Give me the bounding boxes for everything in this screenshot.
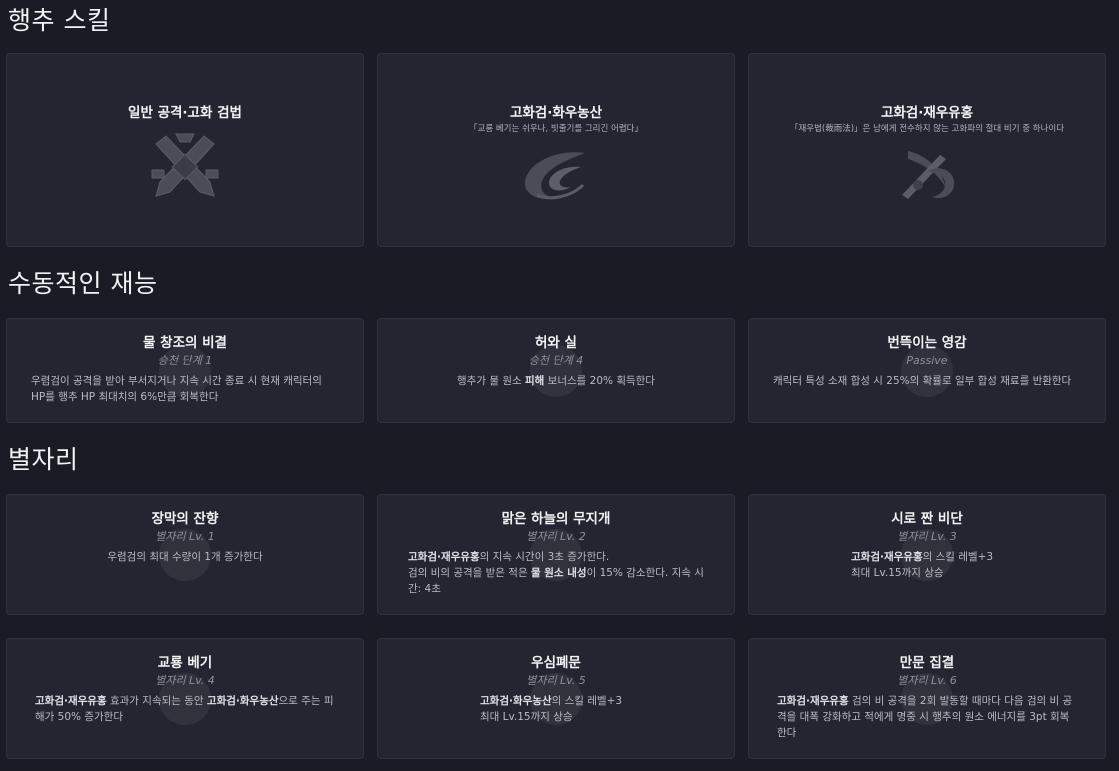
- skill-card-elemental-burst[interactable]: 고화검·재우유홍 「재우법(裁雨法)」은 남에게 전수하지 않는 고화파의 절대…: [748, 53, 1106, 247]
- constellation-level: 별자리 Lv. 3: [897, 530, 957, 543]
- crossed-swords-icon: [151, 133, 219, 197]
- constellation-card-6[interactable]: 만문 집결 별자리 Lv. 6 고화검·재우유홍 검의 비 공격을 2회 발동할…: [748, 638, 1106, 759]
- constellation-level: 별자리 Lv. 6: [897, 674, 957, 687]
- constellation-level: 별자리 Lv. 2: [526, 530, 586, 543]
- constellation-level: 별자리 Lv. 5: [526, 674, 586, 687]
- constellation-level: 별자리 Lv. 4: [155, 674, 215, 687]
- constellation-card-3[interactable]: 시로 짠 비단 별자리 Lv. 3 고화검·재우유홍의 스킬 레벨+3 최대 Lv…: [748, 494, 1106, 615]
- constellation-level: 별자리 Lv. 1: [155, 530, 215, 543]
- passive-description: 캐릭터 특성 소재 합성 시 25%의 확률로 일부 합성 재료를 반환한다: [773, 375, 1072, 387]
- passive-unlock: Passive: [906, 354, 948, 367]
- passive-unlock: 승천 단계 1: [157, 354, 213, 367]
- constellation-description: 고화검·재우유홍의 지속 시간이 3초 증가한다. 검의 비의 공격을 받은 적은…: [408, 551, 704, 595]
- constellation-card-5[interactable]: 우심폐문 별자리 Lv. 5 고화검·화우농산의 스킬 레벨+3 최대 Lv.15…: [377, 638, 735, 759]
- passive-name: 물 창조의 비결: [143, 335, 227, 351]
- skill-quote: 「재우법(裁雨法)」은 남에게 전수하지 않는 고화파의 절대 비기 중 하나이…: [789, 124, 1065, 134]
- passive-card-1[interactable]: 물 창조의 비결 승천 단계 1 우렴검이 공격을 받아 부서지거나 지속 시간…: [6, 318, 364, 423]
- constellation-description: 고화검·재우유홍 검의 비 공격을 2회 발동할 때마다 다음 검의 비 공격을…: [777, 695, 1073, 739]
- passive-card-2[interactable]: 허와 실 승천 단계 4 행추가 물 원소 피해 보너스를 20% 획득한다: [377, 318, 735, 423]
- constellation-name: 맑은 하늘의 무지개: [501, 511, 611, 527]
- constellation-name: 장막의 잔향: [151, 511, 219, 527]
- skill-quote: 「교룡 베기는 쉬우나, 빗줄기를 그리긴 어렵다」: [469, 124, 643, 134]
- rain-sword-icon: [902, 151, 955, 199]
- passive-card-3[interactable]: 번뜩이는 영감 Passive 캐릭터 특성 소재 합성 시 25%의 확률로 …: [748, 318, 1106, 423]
- constellation-description: 우렴검의 최대 수량이 1개 증가한다: [107, 551, 263, 563]
- character-talents-page: 행추 스킬 일반 공격·고화 검법 고화검·화우농산 「교룡 베기는 쉬우나, …: [0, 0, 1119, 771]
- constellation-card-1[interactable]: 장막의 잔향 별자리 Lv. 1 우렴검의 최대 수량이 1개 증가한다: [6, 494, 364, 615]
- passive-name: 허와 실: [535, 335, 577, 351]
- skill-name: 고화검·재우유홍: [880, 105, 974, 121]
- constellation-name: 시로 짠 비단: [891, 511, 963, 527]
- passive-description: 행추가 물 원소 피해 보너스를 20% 획득한다: [457, 375, 655, 387]
- constellation-description: 고화검·재우유홍의 스킬 레벨+3 최대 Lv.15까지 상승: [851, 551, 994, 579]
- constellation-card-4[interactable]: 교룡 베기 별자리 Lv. 4 고화검·재우유홍 효과가 지속되는 동안 고화검…: [6, 638, 364, 759]
- skill-card-normal-attack[interactable]: 일반 공격·고화 검법: [6, 53, 364, 247]
- constellation-card-2[interactable]: 맑은 하늘의 무지개 별자리 Lv. 2 고화검·재우유홍의 지속 시간이 3초…: [377, 494, 735, 615]
- skill-name: 일반 공격·고화 검법: [128, 105, 242, 121]
- section-title-skills: 행추 스킬: [8, 6, 111, 35]
- passive-description: 우렴검이 공격을 받아 부서지거나 지속 시간 종료 시 현재 캐릭터의 HP를…: [31, 375, 322, 403]
- passive-name: 번뜩이는 영감: [887, 335, 967, 351]
- section-title-constellations: 별자리: [8, 445, 79, 474]
- section-title-passives: 수동적인 재능: [8, 269, 158, 298]
- constellation-name: 우심폐문: [531, 655, 581, 671]
- skill-card-elemental-skill[interactable]: 고화검·화우농산 「교룡 베기는 쉬우나, 빗줄기를 그리긴 어렵다」: [377, 53, 735, 247]
- constellation-description: 고화검·재우유홍 효과가 지속되는 동안 고화검·화우농산으로 주는 피해가 5…: [35, 695, 334, 723]
- constellation-name: 만문 집결: [899, 655, 955, 671]
- constellation-name: 교룡 베기: [157, 655, 213, 671]
- constellation-description: 고화검·화우농산의 스킬 레벨+3 최대 Lv.15까지 상승: [480, 695, 623, 723]
- water-wave-icon: [524, 152, 585, 200]
- passive-unlock: 승천 단계 4: [528, 354, 584, 367]
- skill-name: 고화검·화우농산: [509, 105, 603, 121]
